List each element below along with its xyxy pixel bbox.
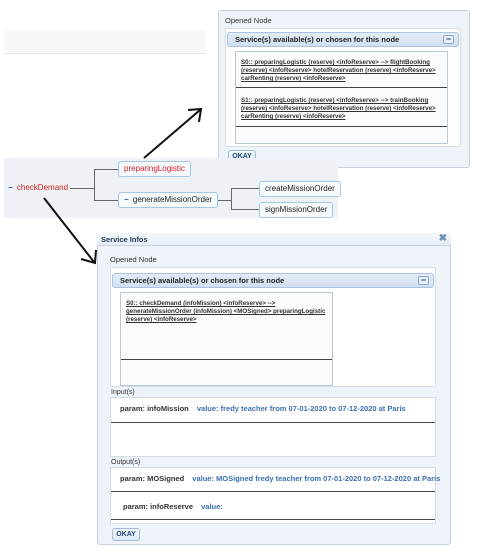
dialog-panel-title: Opened Node [110,255,157,264]
param-separator [111,422,435,423]
param-name: param: infoReserve [123,502,194,511]
dialog-accordion-header[interactable]: Service(s) available(s) or chosen for th… [112,273,434,288]
param-row-infomission: param: infoMission value: fredy teacher … [120,404,406,413]
param-name: param: infoMission [120,404,189,413]
inputs-section-label: Input(s) [111,389,135,396]
inputs-block: param: infoMission value: fredy teacher … [110,397,436,457]
arrow-to-service-infos [43,197,95,263]
param-separator [111,491,435,492]
dialog-accordion-title: Service(s) available(s) or chosen for th… [120,276,285,285]
param-name: param: MOSigned [120,474,185,483]
dialog-panel-content: Service(s) available(s) or chosen for th… [110,267,436,387]
param-row-inforeserve: param: infoReserve value: [123,502,223,511]
arrow-to-top-panel [143,109,201,159]
param-value: value: MOSigned fredy teacher from 07-01… [192,474,441,483]
param-separator [111,519,435,520]
dialog-collapse-icon[interactable]: − [418,276,429,285]
dialog-titlebar[interactable]: Service Infos ✖ [97,233,451,246]
close-icon[interactable]: ✖ [439,233,447,244]
service-option-s0[interactable]: S0:: checkDemand (infoMission) <infoRese… [126,300,330,324]
param-row-mosigned: param: MOSigned value: MOSigned fredy te… [120,474,440,483]
service-separator [121,359,332,360]
dialog-title: Service Infos [101,235,148,244]
param-value: value: fredy teacher from 07-01-2020 to … [196,404,406,413]
param-value: value: [201,502,223,511]
dialog-okay-button[interactable]: OKAY [112,528,140,541]
outputs-block: param: MOSigned value: MOSigned fredy te… [110,467,440,524]
dialog-service-list: S0:: checkDemand (infoMission) <infoRese… [120,292,333,386]
outputs-section-label: Output(s) [111,459,141,466]
